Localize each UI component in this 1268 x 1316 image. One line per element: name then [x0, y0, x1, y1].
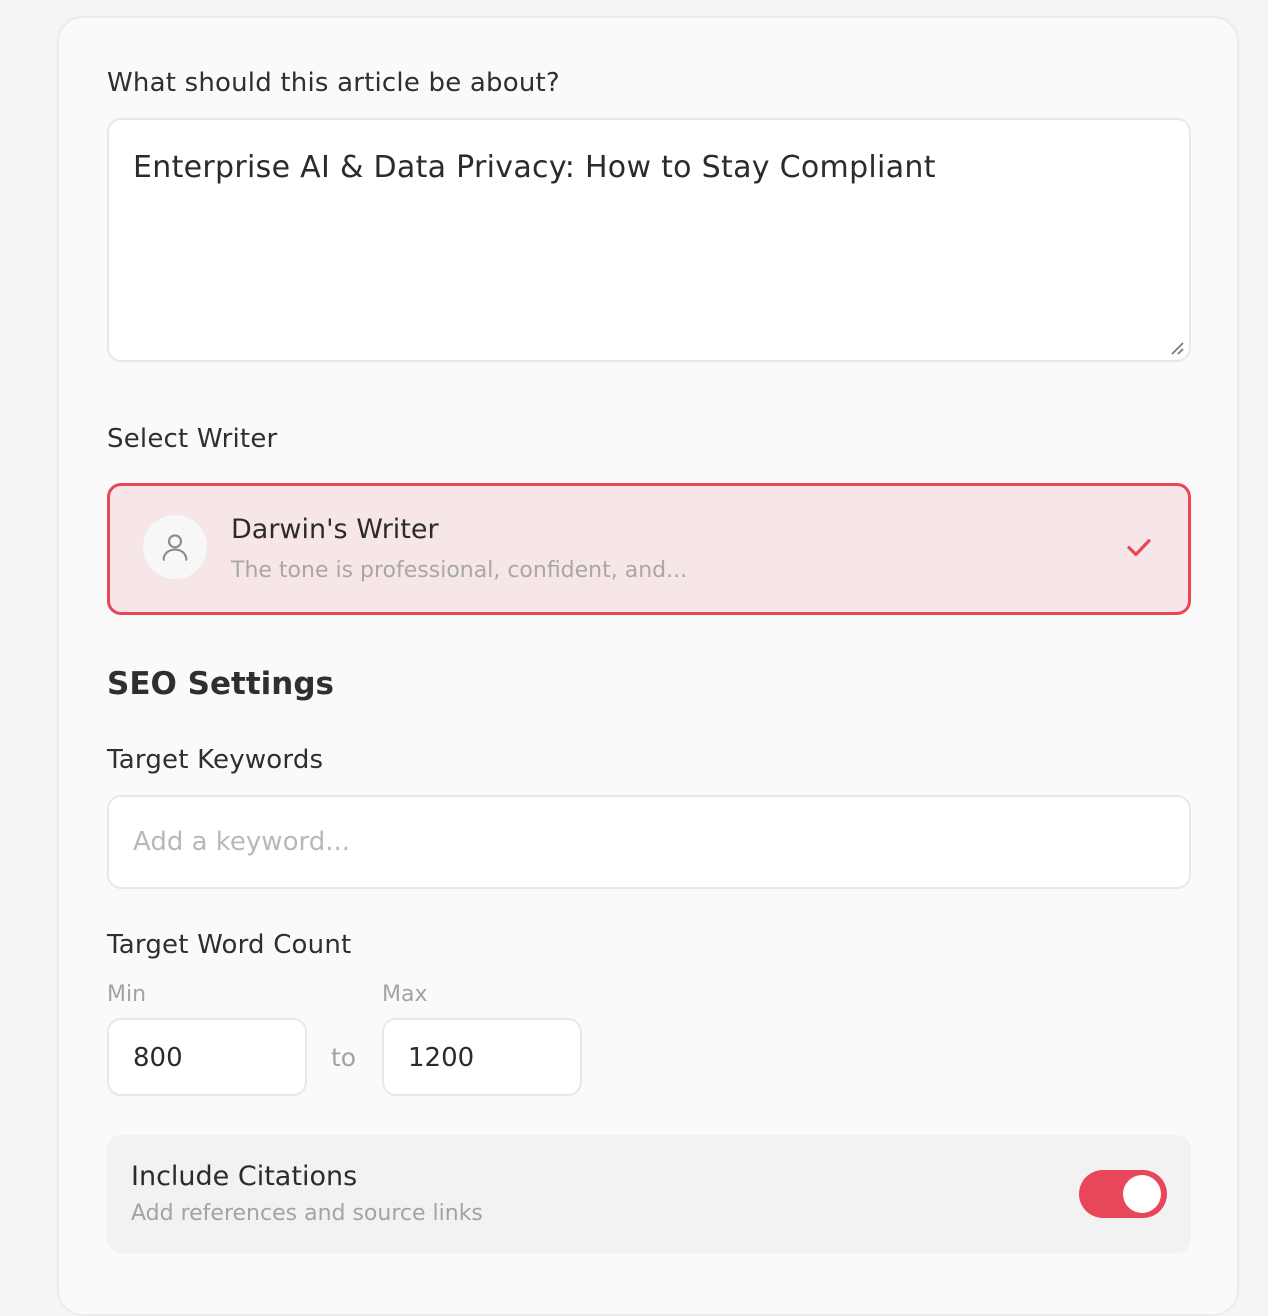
min-word-count-input[interactable]	[133, 1038, 283, 1078]
citations-title: Include Citations	[131, 1161, 358, 1192]
article-settings-card: What should this article be about? Enter…	[57, 16, 1239, 1316]
min-word-count-box[interactable]	[107, 1018, 307, 1096]
select-writer-label: Select Writer	[107, 424, 278, 454]
max-label: Max	[382, 982, 428, 1007]
seo-settings-title: SEO Settings	[107, 666, 334, 702]
citations-toggle[interactable]	[1079, 1170, 1167, 1218]
topic-text[interactable]: Enterprise AI & Data Privacy: How to Sta…	[133, 150, 936, 185]
user-icon	[162, 534, 188, 561]
writer-description: The tone is professional, confident, and…	[231, 558, 688, 583]
resize-handle-icon[interactable]	[1169, 340, 1185, 356]
max-word-count-input[interactable]	[408, 1038, 558, 1078]
check-icon	[1127, 539, 1151, 557]
writer-name: Darwin's Writer	[231, 514, 439, 545]
toggle-knob[interactable]	[1123, 1175, 1161, 1213]
avatar	[143, 515, 207, 579]
min-label: Min	[107, 982, 147, 1007]
include-citations-panel: Include Citations Add references and sou…	[107, 1135, 1191, 1253]
keyword-input[interactable]	[133, 821, 1133, 863]
topic-label: What should this article be about?	[107, 68, 560, 98]
target-word-count-label: Target Word Count	[107, 930, 352, 960]
keyword-input-box[interactable]	[107, 795, 1191, 889]
writer-option-darwins-writer[interactable]: Darwin's Writer The tone is professional…	[107, 483, 1191, 615]
citations-description: Add references and source links	[131, 1201, 483, 1226]
max-word-count-box[interactable]	[382, 1018, 582, 1096]
to-separator: to	[331, 1043, 357, 1072]
topic-textarea[interactable]: Enterprise AI & Data Privacy: How to Sta…	[107, 118, 1191, 362]
target-keywords-label: Target Keywords	[107, 745, 324, 775]
